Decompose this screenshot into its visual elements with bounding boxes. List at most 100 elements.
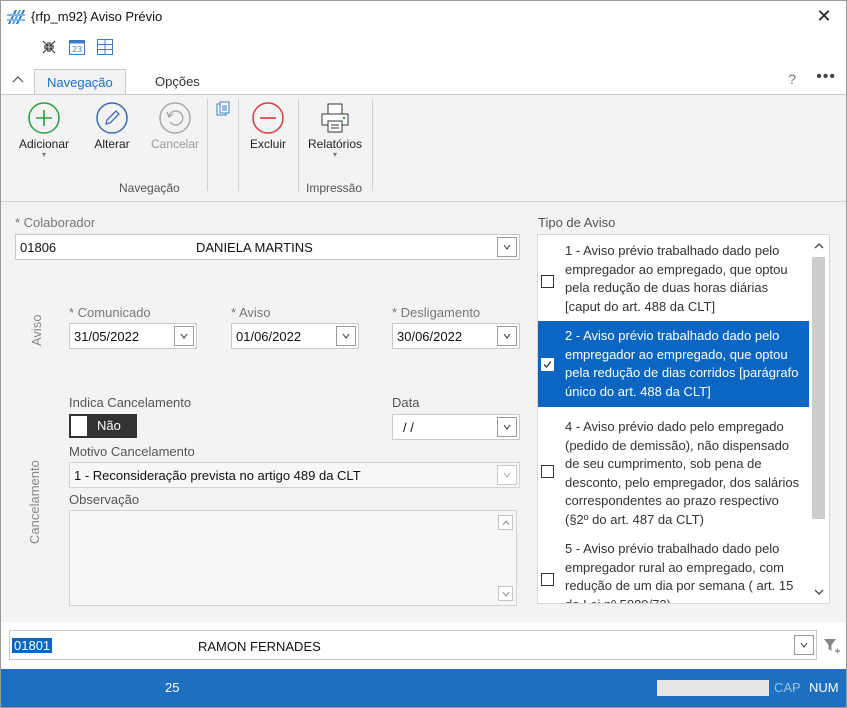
chevron-down-icon[interactable]: [497, 326, 517, 346]
list-item-text: 1 - Aviso prévio trabalhado dado pelo em…: [565, 243, 788, 314]
record-select[interactable]: 01801 RAMON FERNADES: [9, 630, 817, 660]
cancelar-label: Cancelar: [150, 137, 200, 151]
list-item[interactable]: 4 - Aviso prévio dado pelo empregado (pe…: [538, 415, 810, 531]
chevron-down-icon[interactable]: [174, 326, 194, 346]
tab-opcoes[interactable]: Opções: [143, 69, 212, 96]
motivo-cancelamento-select[interactable]: 1 - Reconsideração prevista no artigo 48…: [69, 462, 520, 488]
remove-circle-icon: [252, 102, 284, 134]
scroll-up-icon[interactable]: [814, 241, 824, 251]
data-value: / /: [403, 420, 414, 435]
title-bar: {rfp_m92} Aviso Prévio ✕: [1, 1, 846, 33]
aviso-value: 01/06/2022: [236, 329, 302, 344]
checkbox[interactable]: [541, 573, 554, 586]
relatorios-label: Relatórios: [307, 137, 363, 151]
help-icon[interactable]: ?: [788, 71, 796, 87]
adicionar-label: Adicionar: [18, 137, 70, 151]
close-button[interactable]: ✕: [810, 5, 838, 29]
list-item[interactable]: 5 - Aviso prévio trabalhado dado pelo em…: [538, 537, 810, 604]
checkbox[interactable]: [541, 465, 554, 478]
indica-cancelamento-label: Indica Cancelamento: [69, 395, 192, 410]
colaborador-label: * Colaborador: [15, 215, 96, 230]
record-navigator: 01801 RAMON FERNADES: [1, 622, 846, 668]
cancelamento-section-label: Cancelamento: [27, 460, 42, 544]
ribbon-separator: [372, 99, 373, 191]
add-circle-icon: [28, 102, 60, 134]
chevron-down-icon: ▾: [332, 150, 337, 159]
toggle-knob: [71, 416, 87, 436]
list-item-text: 4 - Aviso prévio dado pelo empregado (pe…: [565, 419, 800, 527]
chevron-down-icon[interactable]: [497, 237, 517, 257]
chevron-down-icon[interactable]: [497, 465, 517, 485]
ribbon-separator: [207, 99, 208, 191]
group-label-navegacao: Navegação: [119, 181, 180, 195]
desligamento-label: * Desligamento: [392, 305, 481, 320]
excluir-button[interactable]: Excluir: [245, 101, 291, 151]
scroll-down-icon[interactable]: [498, 586, 513, 601]
grid-table-icon[interactable]: [95, 37, 115, 57]
list-item-text: 2 - Aviso prévio trabalhado dado pelo em…: [565, 328, 799, 399]
checkbox[interactable]: [541, 275, 554, 288]
group-label-impressao: Impressão: [306, 181, 363, 195]
observacao-label: Observação: [69, 492, 140, 507]
num-lock-indicator: NUM: [809, 680, 839, 695]
observacao-textarea[interactable]: [69, 510, 517, 606]
aviso-date-field[interactable]: 01/06/2022: [231, 323, 359, 349]
ribbon-panel: Adicionar ▾ Alterar Cancelar Excluir Rel…: [1, 94, 846, 202]
collapse-arrows-icon[interactable]: [39, 37, 59, 57]
chevron-down-icon[interactable]: [336, 326, 356, 346]
status-progress-box: [657, 680, 769, 696]
toggle-value: Não: [97, 418, 121, 433]
scroll-up-icon[interactable]: [498, 515, 513, 530]
relatorios-button[interactable]: Relatórios ▾: [303, 101, 367, 159]
record-code: 01801: [12, 638, 53, 653]
chevron-down-icon[interactable]: [794, 635, 814, 655]
chevron-down-icon[interactable]: [497, 417, 517, 437]
alterar-button[interactable]: Alterar: [87, 101, 137, 151]
colaborador-code: 01806: [20, 240, 57, 255]
window-title: {rfp_m92} Aviso Prévio: [31, 9, 163, 24]
checkbox-checked[interactable]: [541, 358, 554, 371]
svg-text:23: 23: [72, 45, 82, 54]
filter-add-icon[interactable]: [823, 637, 841, 655]
comunicado-value: 31/05/2022: [74, 329, 140, 344]
list-item[interactable]: 2 - Aviso prévio trabalhado dado pelo em…: [538, 321, 810, 407]
aviso-label: * Aviso: [231, 305, 271, 320]
more-options-icon[interactable]: •••: [816, 68, 836, 86]
colaborador-name: DANIELA MARTINS: [196, 240, 313, 255]
indica-cancelamento-toggle[interactable]: Não: [69, 414, 137, 438]
comunicado-label: * Comunicado: [69, 305, 151, 320]
excluir-label: Excluir: [249, 137, 286, 151]
checkmark-icon: [543, 361, 552, 368]
calendar-icon[interactable]: 23: [67, 37, 87, 57]
tipo-aviso-list: 1 - Aviso prévio trabalhado dado pelo em…: [537, 234, 830, 604]
list-item[interactable]: 1 - Aviso prévio trabalhado dado pelo em…: [538, 239, 810, 317]
collapse-ribbon-icon[interactable]: [11, 73, 25, 87]
tab-navegacao[interactable]: Navegação: [34, 69, 126, 96]
list-scrollbar[interactable]: [809, 235, 829, 603]
tipo-aviso-label: Tipo de Aviso: [538, 215, 616, 230]
scroll-down-icon[interactable]: [814, 587, 824, 597]
scrollbar-thumb[interactable]: [812, 257, 825, 519]
caps-lock-indicator: CAP: [774, 680, 801, 695]
record-count: 25: [165, 680, 180, 695]
comunicado-date-field[interactable]: 31/05/2022: [69, 323, 197, 349]
record-name: RAMON FERNADES: [198, 639, 321, 654]
cancelar-button[interactable]: Cancelar: [146, 101, 204, 151]
aviso-section-label: Aviso: [29, 314, 44, 346]
form-area: * Colaborador 01806 DANIELA MARTINS Avis…: [1, 202, 846, 622]
alterar-label: Alterar: [94, 137, 130, 151]
desligamento-value: 30/06/2022: [397, 329, 463, 344]
chevron-down-icon: ▾: [41, 150, 46, 159]
colaborador-select[interactable]: 01806 DANIELA MARTINS: [15, 234, 520, 260]
list-item-text: 5 - Aviso prévio trabalhado dado pelo em…: [565, 541, 794, 604]
printer-icon: [321, 103, 349, 133]
ribbon-separator: [238, 99, 239, 191]
undo-circle-icon: [159, 102, 191, 134]
desligamento-date-field[interactable]: 30/06/2022: [392, 323, 520, 349]
adicionar-button[interactable]: Adicionar ▾: [11, 101, 77, 159]
copy-document-icon[interactable]: [215, 101, 231, 117]
quick-access-toolbar: 23: [39, 37, 115, 57]
data-cancelamento-field[interactable]: / /: [392, 414, 520, 440]
ribbon-tabs: Navegação Opções ? •••: [1, 65, 846, 96]
status-bar: 25 CAP NUM: [1, 669, 846, 707]
